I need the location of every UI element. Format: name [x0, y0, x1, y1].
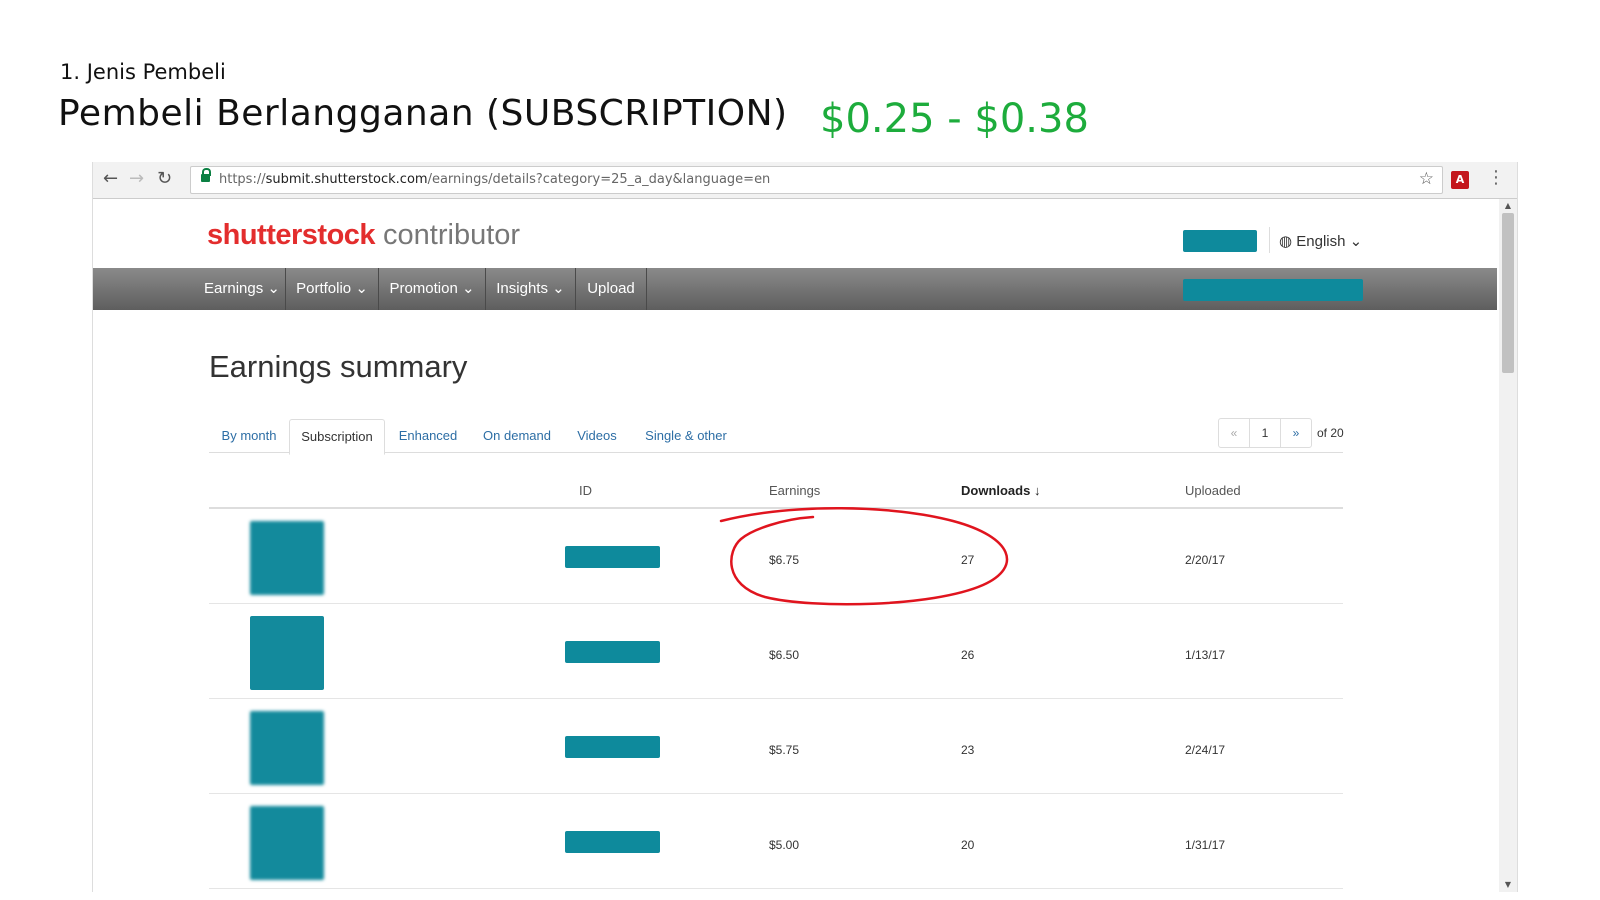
sort-arrow-icon: ↓ [1033, 483, 1041, 498]
chevron-down-icon: ⌄ [267, 280, 280, 297]
redacted-image-id[interactable] [565, 641, 660, 663]
browser-toolbar: ← → ↻ https://submit.shutterstock.com/ea… [93, 162, 1517, 199]
extension-icon[interactable]: A [1451, 171, 1469, 189]
earnings-cell: $6.50 [769, 648, 800, 662]
tab-enhanced[interactable]: Enhanced [389, 419, 467, 452]
price-range: $0.25 - $0.38 [820, 96, 1089, 142]
nav-portfolio-label: Portfolio [296, 280, 352, 297]
nav-insights-label: Insights [496, 280, 548, 297]
tab-videos[interactable]: Videos [567, 419, 627, 452]
image-thumbnail[interactable] [250, 616, 324, 690]
redacted-image-id[interactable] [565, 736, 660, 758]
downloads-cell: 23 [961, 743, 975, 757]
nav-portfolio[interactable]: Portfolio ⌄ [286, 268, 379, 310]
slide-title: Pembeli Berlangganan (SUBSCRIPTION) [58, 93, 788, 134]
earnings-cell: $6.75 [769, 553, 800, 567]
image-thumbnail[interactable] [250, 711, 324, 785]
scroll-up-icon[interactable]: ▲ [1499, 199, 1517, 213]
column-header-downloads[interactable]: Downloads ↓ [961, 483, 1040, 498]
pager-current[interactable]: 1 [1250, 419, 1281, 447]
url-host: submit.shutterstock.com [265, 172, 428, 187]
pager-prev[interactable]: « [1219, 419, 1250, 447]
redacted-nav-info [1183, 279, 1363, 301]
url-path: /earnings/details?category=25_a_day&lang… [427, 172, 771, 187]
chevron-down-icon: ⌄ [1349, 233, 1363, 250]
downloads-header-label: Downloads [961, 483, 1031, 498]
chevron-down-icon: ⌄ [461, 280, 475, 297]
uploaded-cell: 2/20/17 [1185, 553, 1226, 567]
forward-arrow-icon[interactable]: → [129, 168, 144, 189]
downloads-cell: 27 [961, 553, 975, 567]
nav-upload[interactable]: Upload [576, 268, 647, 310]
column-header-earnings[interactable]: Earnings [769, 483, 820, 498]
main-nav: Earnings ⌄ Portfolio ⌄ Promotion ⌄ Insig… [93, 268, 1497, 310]
earnings-cell: $5.00 [769, 838, 800, 852]
scroll-down-icon[interactable]: ▼ [1499, 878, 1517, 892]
tab-on-demand[interactable]: On demand [475, 419, 559, 452]
column-header-id: ID [579, 483, 592, 498]
nav-promotion[interactable]: Promotion ⌄ [379, 268, 486, 310]
chevron-down-icon: ⌄ [552, 280, 565, 297]
header-divider [1269, 227, 1270, 253]
url-text[interactable]: https://submit.shutterstock.com/earnings… [219, 172, 770, 187]
lock-icon [201, 168, 211, 182]
table-row: $5.75 23 2/24/17 [209, 699, 1343, 794]
nav-insights[interactable]: Insights ⌄ [486, 268, 576, 310]
logo-sub: contributor [383, 219, 521, 251]
browser-window: ← → ↻ https://submit.shutterstock.com/ea… [92, 162, 1518, 892]
uploaded-cell: 2/24/17 [1185, 743, 1226, 757]
uploaded-cell: 1/31/17 [1185, 838, 1226, 852]
pager-next[interactable]: » [1281, 419, 1311, 447]
back-arrow-icon[interactable]: ← [103, 168, 118, 189]
nav-earnings-label: Earnings [204, 280, 264, 297]
shutterstock-logo[interactable]: shutterstock contributor [207, 219, 520, 252]
page-viewport: shutterstock contributor ◍ English ⌄ Earn… [93, 199, 1497, 892]
reload-icon[interactable]: ↻ [157, 168, 172, 189]
globe-icon: ◍ [1279, 233, 1293, 250]
logo-brand: shutterstock [207, 219, 376, 251]
url-scheme: https:// [219, 172, 266, 187]
downloads-cell: 26 [961, 648, 975, 662]
downloads-cell: 20 [961, 838, 975, 852]
address-bar[interactable]: https://submit.shutterstock.com/earnings… [190, 166, 1443, 194]
redacted-image-id[interactable] [565, 546, 660, 568]
image-thumbnail[interactable] [250, 521, 324, 595]
slide-subtitle: 1. Jenis Pembeli [60, 60, 226, 84]
pager-total: of 20 [1317, 426, 1344, 440]
page-title: Earnings summary [209, 349, 468, 384]
nav-promotion-label: Promotion [389, 280, 458, 297]
nav-earnings[interactable]: Earnings ⌄ [199, 268, 286, 310]
tab-subscription[interactable]: Subscription [289, 419, 385, 455]
table-row: $6.75 27 2/20/17 [209, 509, 1343, 604]
chevron-down-icon: ⌄ [355, 280, 368, 297]
vertical-scrollbar[interactable]: ▲ ▼ [1499, 199, 1517, 892]
table-row: $5.00 20 1/31/17 [209, 794, 1343, 889]
uploaded-cell: 1/13/17 [1185, 648, 1226, 662]
earnings-cell: $5.75 [769, 743, 800, 757]
tab-single-other[interactable]: Single & other [637, 419, 735, 452]
scroll-thumb[interactable] [1502, 213, 1514, 373]
language-selector[interactable]: ◍ English ⌄ [1279, 232, 1362, 250]
table-row: $6.50 26 1/13/17 [209, 604, 1343, 699]
column-header-uploaded[interactable]: Uploaded [1185, 483, 1241, 498]
browser-menu-icon[interactable]: ⋮ [1487, 167, 1505, 188]
redacted-image-id[interactable] [565, 831, 660, 853]
bookmark-star-icon[interactable]: ☆ [1419, 169, 1434, 189]
redacted-username [1183, 230, 1257, 252]
image-thumbnail[interactable] [250, 806, 324, 880]
pagination: « 1 » [1218, 418, 1312, 448]
language-label: English [1296, 233, 1346, 250]
tab-by-month[interactable]: By month [211, 419, 287, 452]
